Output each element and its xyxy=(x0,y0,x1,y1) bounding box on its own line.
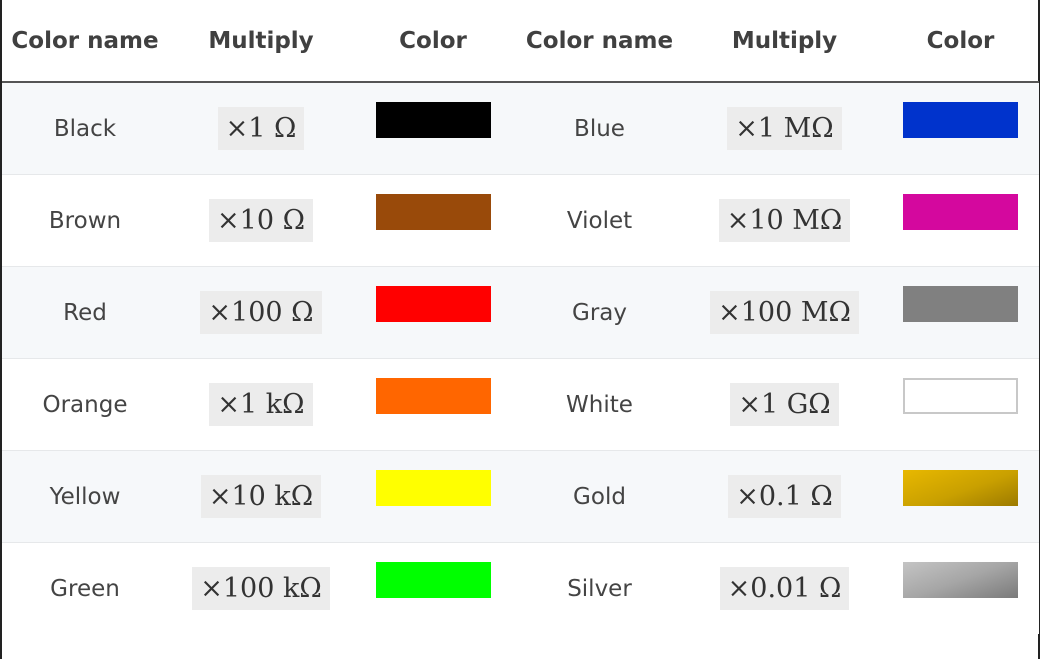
table-row: Yellow ×10 kΩ Gold ×0.1 Ω xyxy=(2,450,1039,543)
color-swatch xyxy=(903,377,1018,414)
multiplier-value: ×1 kΩ xyxy=(209,383,313,426)
color-swatch-cell xyxy=(354,542,512,634)
color-name-cell: Orange xyxy=(2,358,168,451)
color-swatch-cell xyxy=(354,81,512,175)
color-swatch-cell xyxy=(354,266,512,359)
table-row: Black ×1 Ω Blue ×1 MΩ xyxy=(2,81,1039,175)
color-name-cell: Red xyxy=(2,266,168,359)
color-swatch-cell xyxy=(354,450,512,543)
multiplier-value: ×10 MΩ xyxy=(718,199,851,242)
color-swatch-cell xyxy=(882,174,1039,267)
table-row: Orange ×1 kΩ White ×1 GΩ xyxy=(2,358,1039,451)
color-swatch xyxy=(375,377,491,414)
color-name-cell: Yellow xyxy=(2,450,168,543)
color-swatch-cell xyxy=(354,358,512,451)
multiplier-value: ×100 kΩ xyxy=(192,567,330,610)
color-swatch xyxy=(375,469,491,506)
color-name-cell: Green xyxy=(2,542,168,634)
color-swatch xyxy=(375,561,491,598)
table-row: Green ×100 kΩ Silver ×0.01 Ω xyxy=(2,542,1039,634)
multiplier-cell: ×100 MΩ xyxy=(687,266,882,359)
color-name-cell: Blue xyxy=(512,81,687,175)
multiplier-value: ×0.1 Ω xyxy=(728,475,841,518)
header-row: Color name Multiply Color Color name Mul… xyxy=(2,0,1039,83)
multiplier-value: ×1 Ω xyxy=(217,107,305,150)
multiplier-value: ×10 Ω xyxy=(209,199,313,242)
color-swatch xyxy=(375,193,491,230)
header-color-name: Color name xyxy=(512,0,687,83)
header-multiply: Multiply xyxy=(687,0,882,83)
header-color-name: Color name xyxy=(2,0,168,83)
color-swatch-cell xyxy=(882,542,1039,634)
color-swatch xyxy=(903,193,1018,230)
multiplier-value: ×1 MΩ xyxy=(727,107,842,150)
color-swatch xyxy=(903,285,1018,322)
color-name-cell: Black xyxy=(2,81,168,175)
color-name-cell: Gray xyxy=(512,266,687,359)
header-color: Color xyxy=(354,0,512,83)
color-name-cell: White xyxy=(512,358,687,451)
color-swatch-cell xyxy=(882,266,1039,359)
table-row: Red ×100 Ω Gray ×100 MΩ xyxy=(2,266,1039,359)
color-name-cell: Gold xyxy=(512,450,687,543)
color-swatch xyxy=(903,101,1018,138)
color-name-cell: Brown xyxy=(2,174,168,267)
table-row: Brown ×10 Ω Violet ×10 MΩ xyxy=(2,174,1039,267)
multiplier-cell: ×1 GΩ xyxy=(687,358,882,451)
color-name-cell: Silver xyxy=(512,542,687,634)
multiplier-cell: ×10 Ω xyxy=(168,174,354,267)
multiplier-cell: ×1 kΩ xyxy=(168,358,354,451)
multiplier-cell: ×100 Ω xyxy=(168,266,354,359)
color-swatch-cell xyxy=(882,450,1039,543)
multiplier-cell: ×100 kΩ xyxy=(168,542,354,634)
multiplier-cell: ×1 Ω xyxy=(168,81,354,175)
color-swatch xyxy=(375,285,491,322)
multiplier-value: ×10 kΩ xyxy=(200,475,322,518)
color-swatch xyxy=(375,101,491,138)
multiplier-value: ×0.01 Ω xyxy=(719,567,850,610)
header-color: Color xyxy=(882,0,1039,83)
multiplier-value: ×1 GΩ xyxy=(730,383,839,426)
multiplier-cell: ×0.01 Ω xyxy=(687,542,882,634)
multiplier-value: ×100 Ω xyxy=(200,291,322,334)
multiplier-cell: ×0.1 Ω xyxy=(687,450,882,543)
color-name-cell: Violet xyxy=(512,174,687,267)
multiplier-cell: ×10 MΩ xyxy=(687,174,882,267)
color-swatch-cell xyxy=(882,358,1039,451)
multiplier-cell: ×10 kΩ xyxy=(168,450,354,543)
multiplier-value: ×100 MΩ xyxy=(710,291,859,334)
header-multiply: Multiply xyxy=(168,0,354,83)
color-swatch xyxy=(903,469,1018,506)
multiplier-cell: ×1 MΩ xyxy=(687,81,882,175)
color-swatch xyxy=(903,561,1018,598)
color-swatch-cell xyxy=(354,174,512,267)
resistor-color-code-table: Color name Multiply Color Color name Mul… xyxy=(2,0,1039,634)
color-swatch-cell xyxy=(882,81,1039,175)
